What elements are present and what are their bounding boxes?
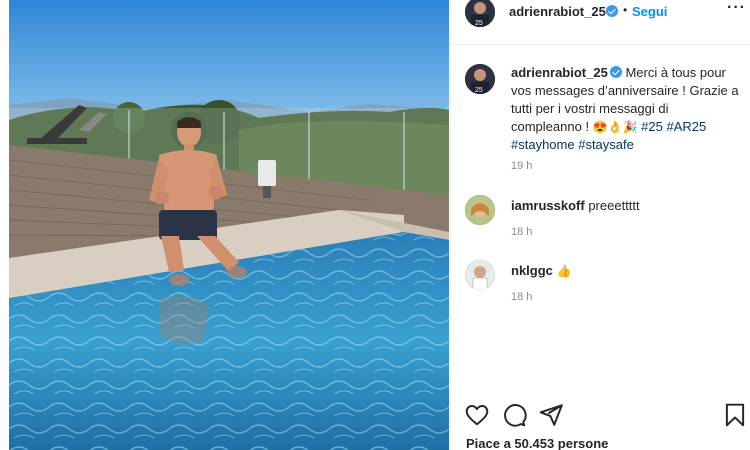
action-bar — [451, 402, 750, 432]
caption: 25 adrienrabiot_25 Merci à tous pour vos… — [451, 64, 750, 184]
caption-avatar[interactable]: 25 — [465, 64, 495, 94]
hashtag-stayhome[interactable]: #stayhome — [511, 137, 575, 152]
share-icon[interactable] — [538, 402, 564, 428]
bookmark-icon[interactable] — [722, 402, 748, 428]
comment-emoji: 👍 — [556, 264, 572, 278]
caption-verified-icon — [609, 66, 622, 78]
heart-icon[interactable] — [464, 402, 490, 428]
commenter-username[interactable]: iamrusskoff — [511, 198, 585, 213]
comment: nklggc 👍 18 h — [451, 260, 750, 310]
post-photo[interactable] — [9, 0, 449, 450]
likes-count[interactable]: Piace a 50.453 persone — [466, 436, 608, 450]
hashtag-ar25[interactable]: #AR25 — [666, 119, 706, 134]
commenter-avatar[interactable] — [465, 260, 495, 290]
commenter-username[interactable]: nklggc — [511, 263, 553, 278]
more-icon[interactable]: ··· — [727, 0, 746, 17]
separator-dot: • — [623, 3, 628, 17]
svg-text:25: 25 — [475, 20, 483, 27]
comment-text: iamrusskoff preeettttt — [511, 197, 741, 215]
comment-text: nklggc 👍 — [511, 262, 741, 280]
hashtag-staysafe[interactable]: #staysafe — [578, 137, 634, 152]
follow-button[interactable]: Segui — [632, 4, 667, 19]
caption-time[interactable]: 19 h — [511, 160, 532, 172]
header-divider — [451, 44, 750, 45]
comment-time[interactable]: 18 h — [511, 226, 532, 238]
author-avatar[interactable]: 25 — [465, 0, 495, 27]
caption-username[interactable]: adrienrabiot_25 — [511, 65, 608, 80]
left-margin — [0, 0, 9, 450]
author-username[interactable]: adrienrabiot_25 — [509, 4, 606, 19]
commenter-avatar[interactable] — [465, 195, 495, 225]
post-header: 25 adrienrabiot_25 • Segui ··· — [451, 0, 750, 45]
verified-icon — [606, 5, 618, 17]
hashtag-25[interactable]: #25 — [641, 119, 663, 134]
post-sidebar: 25 adrienrabiot_25 • Segui ··· 25 adrien… — [450, 0, 750, 450]
caption-emojis: 😍👌🎉 — [592, 120, 638, 134]
comment: iamrusskoff preeettttt 18 h — [451, 195, 750, 245]
svg-text:25: 25 — [475, 87, 483, 94]
comment-icon[interactable] — [501, 402, 527, 428]
comment-time[interactable]: 18 h — [511, 291, 532, 303]
caption-text: adrienrabiot_25 Merci à tous pour vos me… — [511, 64, 741, 154]
comment-body: preeettttt — [588, 198, 640, 213]
